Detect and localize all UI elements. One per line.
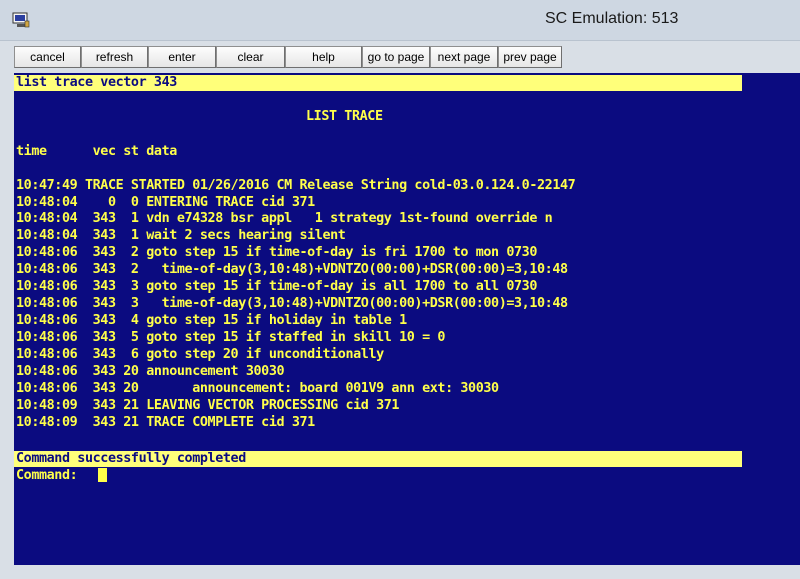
command-line-text: list trace vector 343 <box>16 75 177 90</box>
refresh-button[interactable]: refresh <box>81 46 148 68</box>
trace-line: 10:48:06 343 6 goto step 20 if unconditi… <box>16 347 384 362</box>
trace-line: 10:48:06 343 4 goto step 15 if holiday i… <box>16 313 407 328</box>
terminal-app-icon <box>12 12 30 28</box>
screen-heading: LIST TRACE <box>306 109 383 124</box>
next-page-button[interactable]: next page <box>430 46 498 68</box>
window-title: SC Emulation: 513 <box>545 10 679 27</box>
trace-line: 10:48:04 0 0 ENTERING TRACE cid 371 <box>16 195 315 210</box>
trace-line: 10:48:04 343 1 vdn e74328 bsr appl 1 str… <box>16 211 553 226</box>
trace-line: 10:48:04 343 1 wait 2 secs hearing silen… <box>16 228 346 243</box>
text-cursor <box>98 468 107 482</box>
cancel-button[interactable]: cancel <box>14 46 81 68</box>
status-message-text: Command successfully completed <box>16 451 246 466</box>
trace-line: 10:48:06 343 20 announcement: board 001V… <box>16 381 499 396</box>
trace-line: 10:48:06 343 2 goto step 15 if time-of-d… <box>16 245 538 260</box>
terminal-screen[interactable]: list trace vector 343 LIST TRACE time ve… <box>14 73 800 565</box>
command-line-bar: list trace vector 343 <box>14 75 742 91</box>
clear-button[interactable]: clear <box>216 46 285 68</box>
title-bar: SC Emulation: 513 <box>0 0 800 41</box>
help-button[interactable]: help <box>285 46 362 68</box>
enter-button[interactable]: enter <box>148 46 216 68</box>
trace-line: 10:48:09 343 21 LEAVING VECTOR PROCESSIN… <box>16 398 400 413</box>
emulator-window: SC Emulation: 513 cancel refresh enter c… <box>0 0 800 579</box>
trace-line: 10:48:06 343 20 announcement 30030 <box>16 364 285 379</box>
trace-line: 10:47:49 TRACE STARTED 01/26/2016 CM Rel… <box>16 178 576 193</box>
trace-line: 10:48:06 343 3 time-of-day(3,10:48)+VDNT… <box>16 296 568 311</box>
go-to-page-button[interactable]: go to page <box>362 46 430 68</box>
toolbar: cancel refresh enter clear help go to pa… <box>14 46 562 70</box>
trace-line: 10:48:06 343 3 goto step 15 if time-of-d… <box>16 279 538 294</box>
command-prompt: Command: <box>16 468 78 483</box>
status-message-bar: Command successfully completed <box>14 451 742 467</box>
trace-line: 10:48:06 343 2 time-of-day(3,10:48)+VDNT… <box>16 262 568 277</box>
column-headers: time vec st data <box>16 144 177 159</box>
trace-line: 10:48:06 343 5 goto step 15 if staffed i… <box>16 330 446 345</box>
trace-line: 10:48:09 343 21 TRACE COMPLETE cid 371 <box>16 415 315 430</box>
window-bottom-border <box>0 565 800 579</box>
prev-page-button[interactable]: prev page <box>498 46 562 68</box>
